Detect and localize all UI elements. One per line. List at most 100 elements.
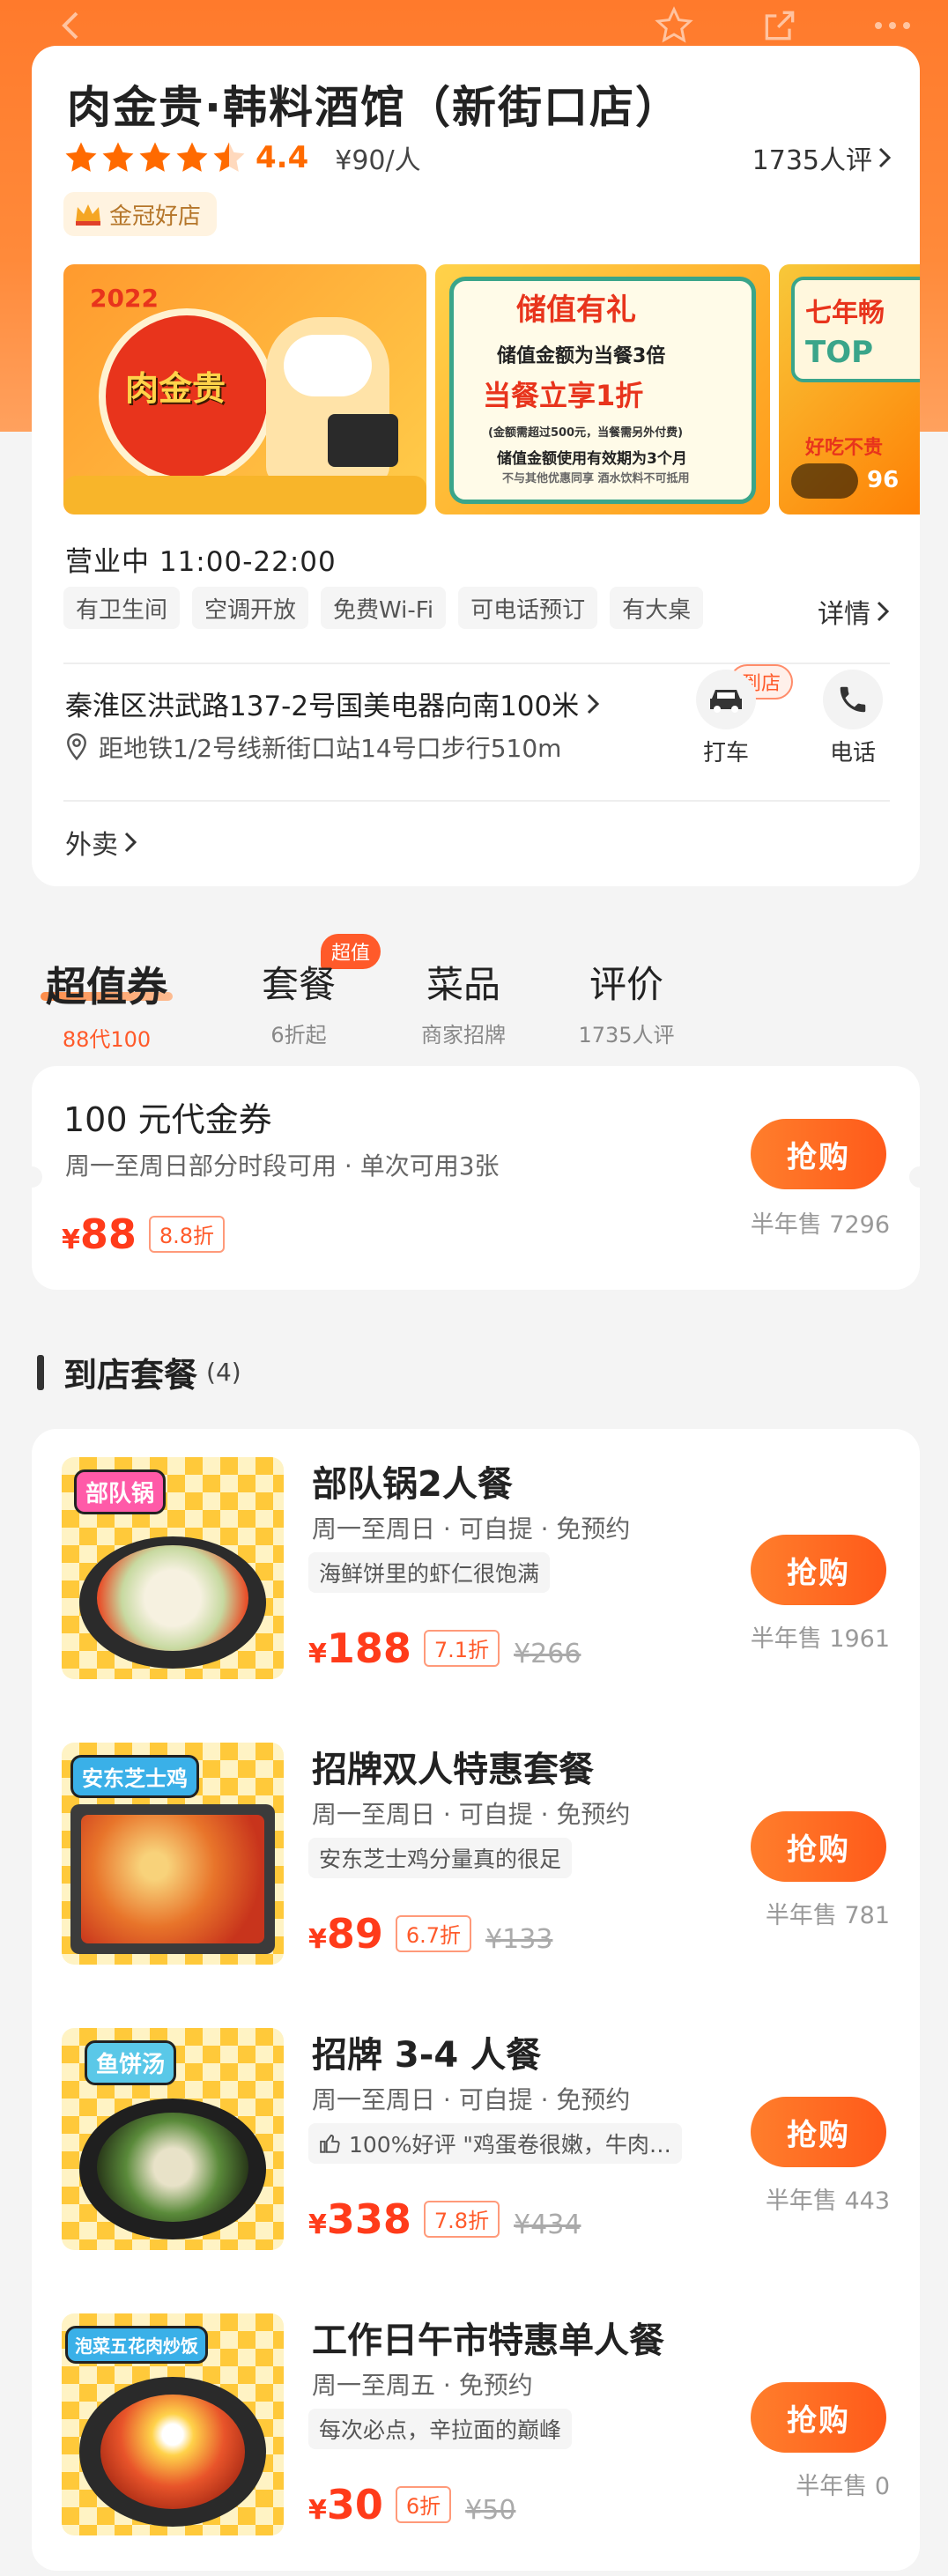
sold-count: 半年售 0: [796, 2473, 890, 2500]
discount-badge: 6折: [395, 2485, 452, 2523]
original-price: ¥434: [514, 2210, 581, 2240]
tab-label: 套餐: [261, 963, 336, 1006]
chevron-right-icon: [588, 693, 600, 714]
facility-tag: 可电话预订: [458, 587, 598, 629]
facility-tag: 空调开放: [192, 587, 309, 629]
photo-gallery[interactable]: 2022 肉金贵 储值有礼 储值金额为当餐3倍 当餐立享1折 (金额需超过500…: [63, 264, 920, 516]
voucher-description: 周一至周日部分时段可用 · 单次可用3张: [65, 1151, 500, 1181]
package-price: ¥ 30 6折 ¥50: [308, 2481, 515, 2528]
gallery-img3-title: 七年畅: [805, 298, 885, 329]
facility-tag: 有大桌: [610, 587, 704, 629]
package-item[interactable]: 部队锅 部队锅2人餐 周一至周日 · 可自提 · 免预约 海鲜饼里的虾仁很饱满 …: [32, 1429, 920, 1714]
phone-button[interactable]: 电话: [818, 670, 888, 767]
gallery-promo-title: 储值有礼: [516, 292, 636, 328]
divider: [63, 800, 890, 802]
golden-crown-badge: 金冠好店: [63, 192, 218, 236]
package-review-tag: 安东芝士鸡分量真的很足: [308, 1838, 573, 1878]
original-price: ¥266: [514, 1639, 581, 1669]
gallery-img3-bottom: 好吃不贵: [805, 437, 884, 459]
gallery-image-2[interactable]: 储值有礼 储值金额为当餐3倍 当餐立享1折 (金额需超过500元，当餐需另外付费…: [435, 264, 770, 514]
reviews-link[interactable]: 1735人评: [752, 138, 892, 177]
currency-symbol: ¥: [308, 2210, 327, 2240]
gallery-img3-sub: TOP: [805, 335, 874, 370]
package-review-text: 安东芝士鸡分量真的很足: [319, 1847, 562, 1872]
takeaway-link[interactable]: 外卖: [65, 823, 137, 862]
tab-dishes[interactable]: 菜品 商家招牌: [402, 955, 525, 1048]
badge-label: 金冠好店: [109, 203, 202, 230]
package-image: 鱼饼汤: [62, 2028, 284, 2250]
gallery-year-text: 2022: [90, 284, 159, 313]
discount-badge: 7.1折: [423, 1629, 500, 1667]
back-icon[interactable]: [49, 5, 90, 46]
package-price: ¥ 188 7.1折 ¥266: [308, 1625, 581, 1672]
ticket-notch: [909, 1166, 930, 1188]
gallery-promo-line4: 储值金额使用有效期为3个月: [497, 450, 687, 468]
ticket-notch: [21, 1166, 42, 1188]
buy-button[interactable]: 抢购: [751, 1811, 886, 1882]
discount-badge: 7.8折: [423, 2200, 500, 2238]
section-header: 到店套餐 (4): [37, 1348, 241, 1396]
package-image: 部队锅: [62, 1457, 284, 1679]
tab-packages[interactable]: 套餐 6折起: [243, 955, 354, 1048]
package-review-text: 每次必点，辛拉面的巅峰: [319, 2417, 562, 2443]
package-image-label: 泡菜五花肉炒饭: [65, 2326, 208, 2364]
buy-button[interactable]: 抢购: [751, 2097, 886, 2167]
currency-symbol: ¥: [308, 1639, 327, 1669]
tab-sub: 88代100: [62, 1027, 152, 1052]
phone-label: 电话: [829, 740, 876, 766]
facility-tags: 有卫生间 空调开放 免费Wi-Fi 可电话预订 有大桌: [63, 587, 704, 629]
tab-reviews[interactable]: 评价 1735人评: [567, 955, 685, 1048]
tab-sub: 6折起: [270, 1023, 327, 1047]
tab-sub: 商家招牌: [421, 1023, 506, 1047]
package-review-tag: 海鲜饼里的虾仁很饱满: [308, 1552, 551, 1593]
package-image: 泡菜五花肉炒饭: [62, 2313, 284, 2535]
package-review-tag: 100%好评 "鸡蛋卷很嫩，牛肉…: [308, 2123, 682, 2164]
section-bar: [37, 1354, 44, 1390]
currency-symbol: ¥: [308, 1924, 327, 1955]
package-image-label: 安东芝士鸡: [70, 1755, 199, 1798]
business-hours: 营业中 11:00-22:00: [65, 546, 337, 578]
package-item[interactable]: 鱼饼汤 招牌 3-4 人餐 周一至周日 · 可自提 · 免预约 100%好评 "…: [32, 2000, 920, 2285]
sold-count: 半年售 1961: [750, 1625, 890, 1653]
shop-info-card: 肉金贵·韩料酒馆（新街口店） 4.4 ¥90/人 1735人评 金冠好店 202…: [32, 46, 920, 886]
address-link[interactable]: 秦淮区洪武路137-2号国美电器向南100米: [65, 684, 600, 723]
discount-badge: 6.7折: [395, 1914, 472, 1952]
package-item[interactable]: 安东芝士鸡 招牌双人特惠套餐 周一至周日 · 可自提 · 免预约 安东芝士鸡分量…: [32, 1714, 920, 2000]
package-item[interactable]: 泡菜五花肉炒饭 工作日午市特惠单人餐 周一至周五 · 免预约 每次必点，辛拉面的…: [32, 2285, 920, 2571]
package-image-label: 鱼饼汤: [85, 2040, 177, 2085]
package-meta: 周一至周日 · 可自提 · 免预约: [312, 2085, 631, 2114]
details-label: 详情: [818, 599, 870, 630]
more-icon[interactable]: [872, 5, 913, 46]
voucher-card[interactable]: 100 元代金券 周一至周日部分时段可用 · 单次可用3张 ¥ 88 8.8折 …: [21, 1066, 930, 1290]
favorite-star-icon[interactable]: [654, 5, 694, 46]
buy-button[interactable]: 抢购: [751, 1535, 886, 1605]
details-link[interactable]: 详情: [818, 592, 890, 631]
car-icon: [696, 670, 756, 729]
crown-icon: [76, 204, 100, 226]
chevron-right-icon: [877, 601, 890, 622]
package-price: ¥ 338 7.8折 ¥434: [308, 2195, 581, 2243]
video-play-icon[interactable]: [791, 463, 858, 499]
price-value: 89: [326, 1910, 383, 1958]
original-price: ¥50: [465, 2495, 516, 2526]
price-value: 30: [326, 2481, 383, 2528]
taxi-button[interactable]: 打车: [691, 670, 761, 767]
tab-sub: 1735人评: [578, 1023, 675, 1047]
buy-button[interactable]: 抢购: [751, 2382, 886, 2453]
gallery-image-1[interactable]: 2022 肉金贵: [63, 264, 426, 514]
sold-count: 半年售 443: [765, 2187, 890, 2215]
sold-count: 半年售 7296: [750, 1211, 890, 1239]
metro-text: 距地铁1/2号线新街口站14号口步行510m: [99, 734, 562, 763]
package-list: 部队锅 部队锅2人餐 周一至周日 · 可自提 · 免预约 海鲜饼里的虾仁很饱满 …: [32, 1429, 920, 2571]
address-text: 秦淮区洪武路137-2号国美电器向南100米: [65, 691, 580, 722]
package-image: 安东芝士鸡: [62, 1743, 284, 1965]
package-review-tag: 每次必点，辛拉面的巅峰: [308, 2409, 573, 2449]
buy-button[interactable]: 抢购: [751, 1119, 886, 1189]
currency-symbol: ¥: [308, 2495, 327, 2526]
taxi-label: 打车: [702, 740, 749, 766]
package-name: 招牌双人特惠套餐: [312, 1750, 594, 1790]
thumbs-up-icon: [320, 2134, 340, 2153]
tab-vouchers[interactable]: 超值券 88代100: [35, 955, 178, 1053]
gallery-image-3[interactable]: 七年畅 TOP 好吃不贵 96: [779, 264, 920, 514]
share-icon[interactable]: [759, 5, 800, 46]
